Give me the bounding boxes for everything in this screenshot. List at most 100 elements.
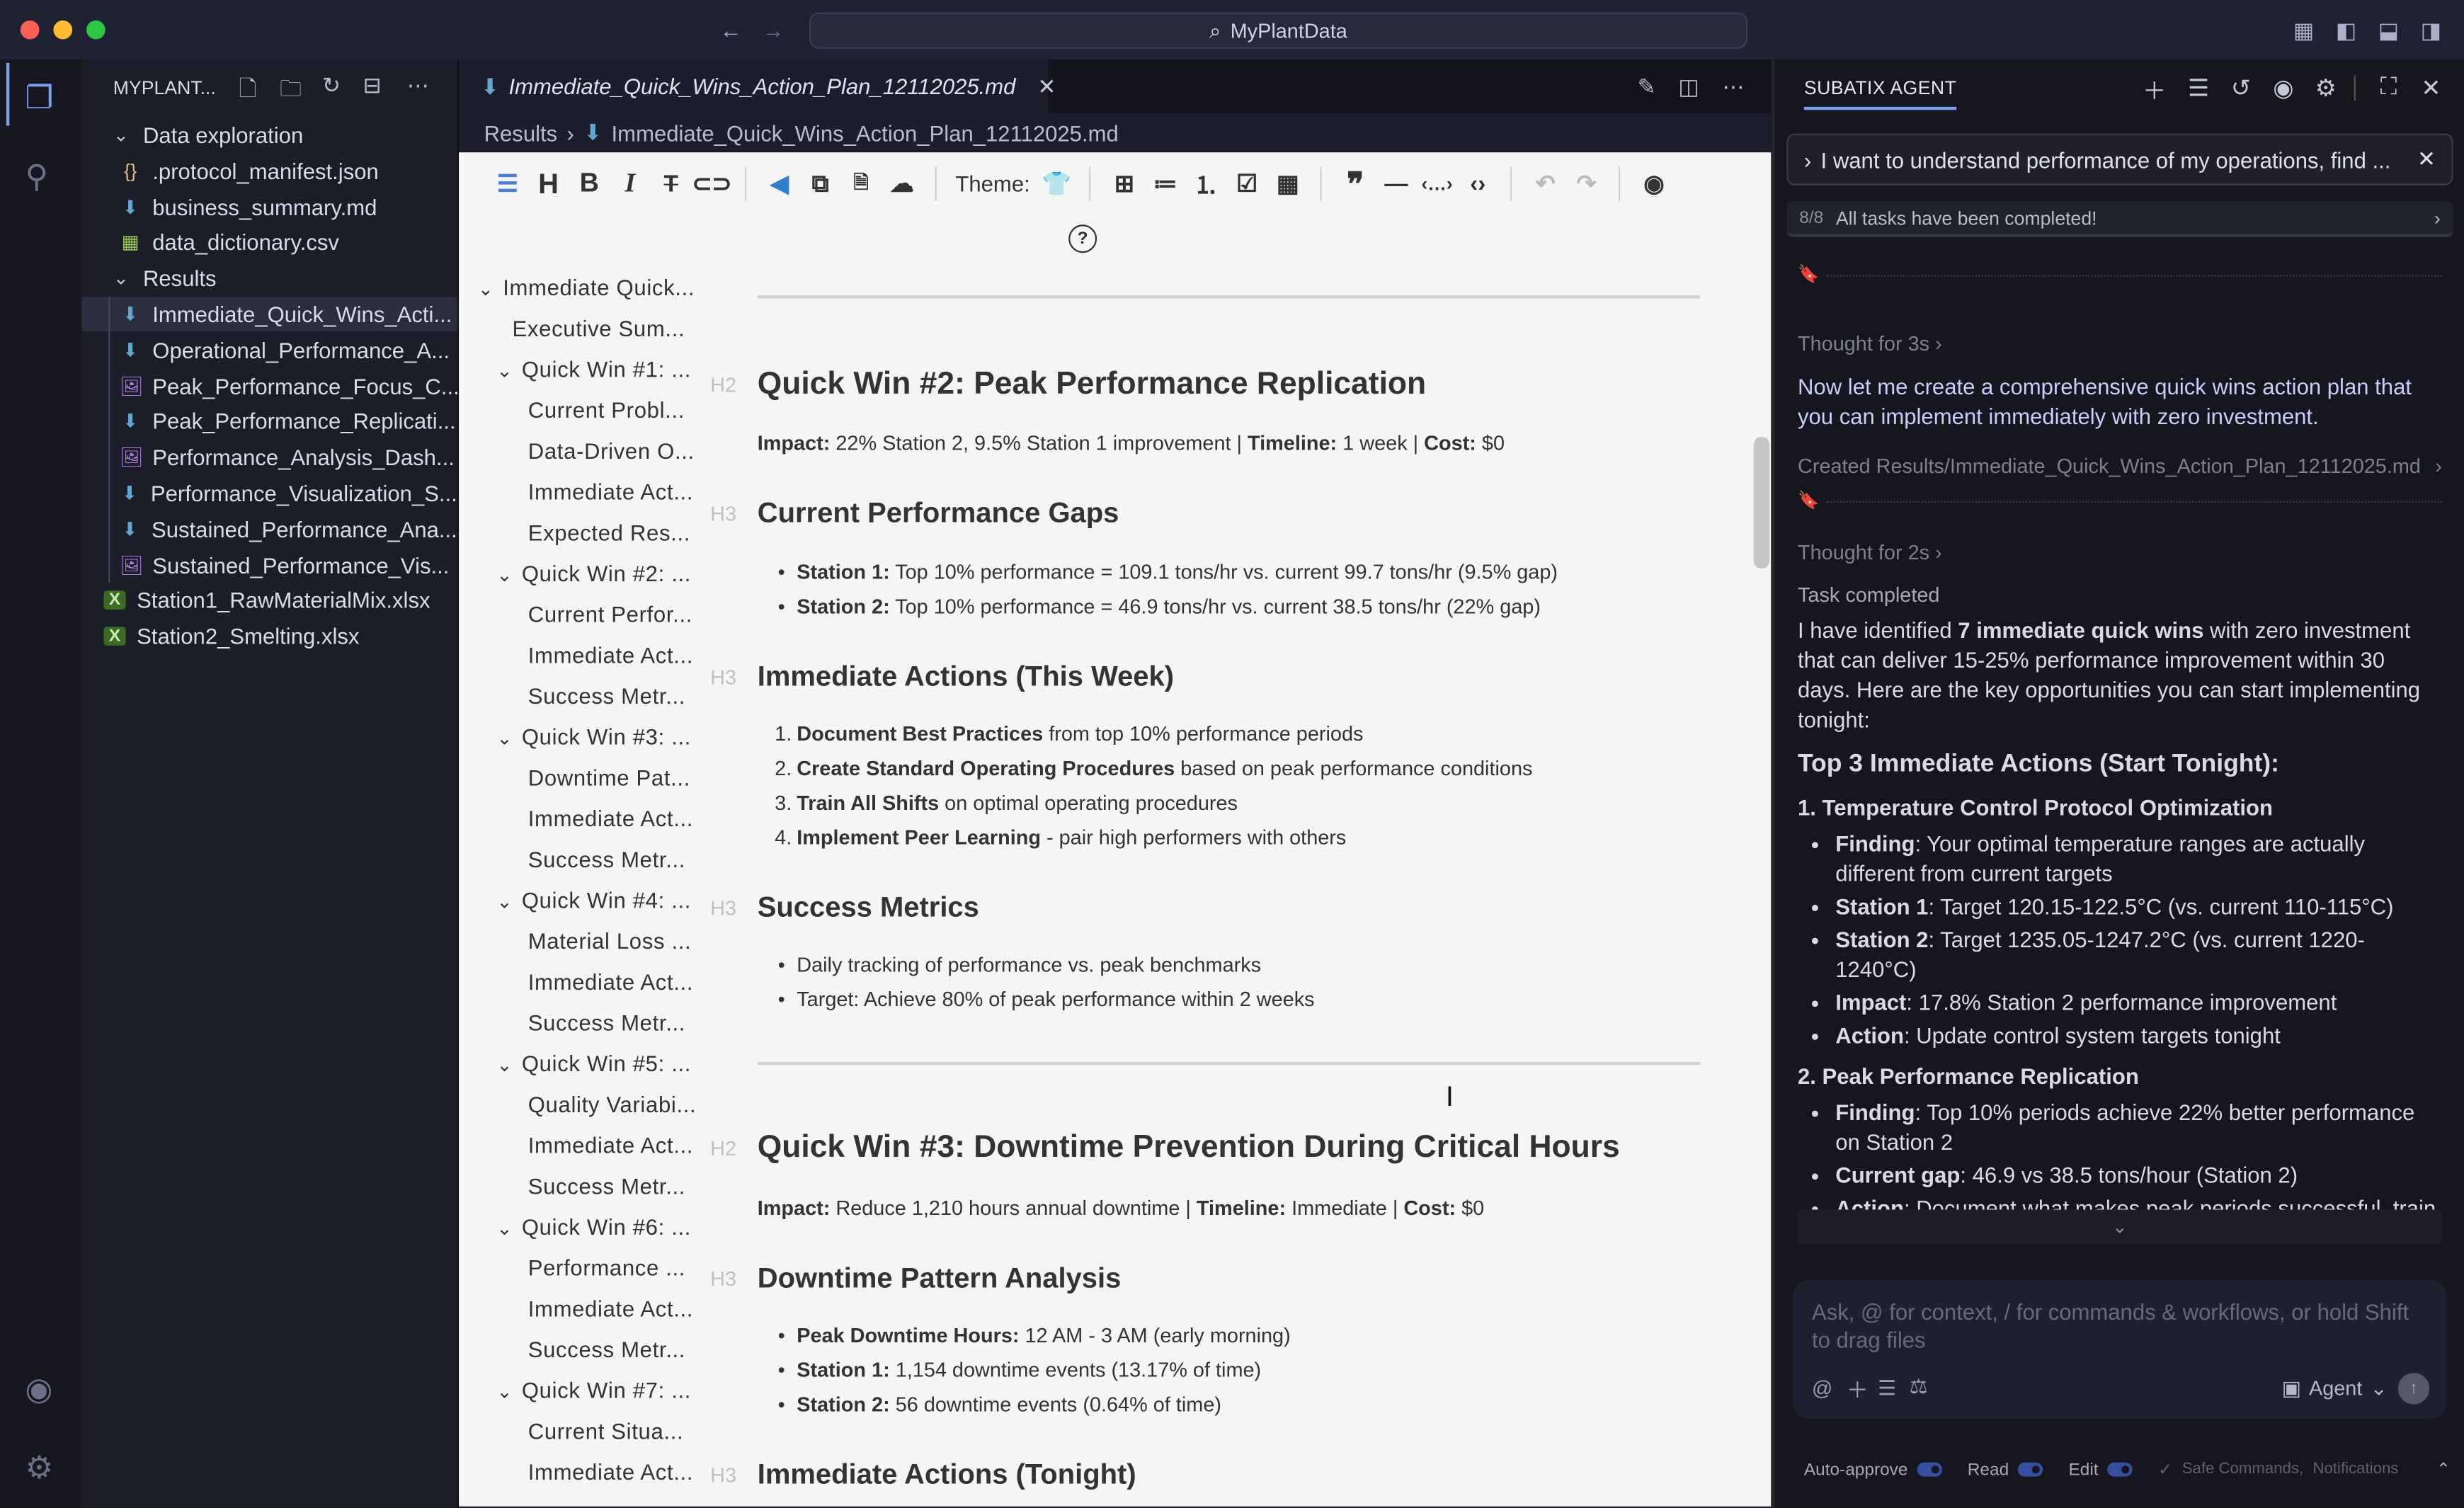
- file-label: Operational_Performance_A...: [152, 337, 450, 363]
- toggle-sidebar-icon[interactable]: ◧: [2334, 17, 2359, 42]
- file-item[interactable]: ▦ data_dictionary.csv: [81, 225, 457, 260]
- editor-more-icon[interactable]: ⋯: [1722, 74, 1744, 101]
- file-item[interactable]: {} .protocol_manifest.json: [81, 154, 457, 188]
- close-query-icon[interactable]: ✕: [2417, 146, 2436, 173]
- breadcrumb-folder[interactable]: Results: [484, 120, 558, 146]
- agent-panel-title[interactable]: SUBATIX AGENT: [1803, 77, 1957, 110]
- toggle-panel-icon[interactable]: ⬓: [2376, 17, 2402, 42]
- breadcrumb-file[interactable]: Immediate_Quick_Wins_Action_Plan_1211202…: [612, 120, 1119, 146]
- settings-gear-icon[interactable]: ⚙: [2312, 74, 2340, 103]
- thought-toggle[interactable]: Thought for 3s ›: [1798, 329, 2442, 357]
- folder-item[interactable]: ⌄ Data exploration: [81, 118, 457, 152]
- mention-at-icon[interactable]: @: [1812, 1376, 1832, 1400]
- folder-item[interactable]: ⌄ Results: [81, 261, 457, 296]
- account-icon[interactable]: ◉: [25, 1370, 53, 1409]
- bullet-item: Target: Achieve 80% of peak performance …: [778, 987, 1315, 1010]
- file-item[interactable]: ⬇ Immediate_Quick_Wins_Acti...: [81, 297, 457, 332]
- bold-text: Station 1:: [797, 1358, 890, 1382]
- mode-selector[interactable]: ▣ Agent ⌄: [2282, 1376, 2388, 1402]
- settings-gear-icon[interactable]: ⚙: [25, 1449, 54, 1487]
- toggle-secondary-sidebar-icon[interactable]: ◨: [2419, 17, 2444, 42]
- file-item[interactable]: X Station2_Smelting.xlsx: [81, 619, 457, 654]
- close-panel-icon[interactable]: ✕: [2417, 74, 2445, 103]
- markdown-file-icon: ⬇: [121, 482, 138, 505]
- text-run: from top 10% performance periods: [1043, 721, 1364, 746]
- chat-input-placeholder[interactable]: Ask, @ for context, / for commands & wor…: [1812, 1298, 2433, 1354]
- edit-toggle[interactable]: [2107, 1462, 2133, 1477]
- file-item[interactable]: ⬇ business_summary.md: [81, 190, 457, 224]
- checkpoint-row[interactable]: 🔖: [1798, 259, 2442, 290]
- search-label: MyPlantData: [1230, 18, 1347, 42]
- chevron-right-icon: ›: [2434, 206, 2441, 229]
- file-item[interactable]: X Station1_RawMaterialMix.xlsx: [81, 583, 457, 618]
- database-icon[interactable]: ☰: [2184, 74, 2213, 103]
- user-query-box[interactable]: › I want to understand performance of my…: [1786, 133, 2453, 185]
- file-label: Station1_RawMaterialMix.xlsx: [137, 588, 430, 614]
- auto-approve-label: Auto-approve: [1803, 1460, 1908, 1479]
- text-run: Reduce 1,210 hours annual downtime |: [830, 1196, 1197, 1220]
- created-file-row[interactable]: Created Results/Immediate_Quick_Wins_Act…: [1798, 451, 2442, 479]
- checkpoint-row[interactable]: 🔖: [1798, 486, 2442, 517]
- read-toggle[interactable]: [2018, 1462, 2043, 1477]
- minimize-window-button[interactable]: [53, 20, 73, 40]
- robot-icon: ▣: [2281, 1376, 2301, 1400]
- bold-text: Impact:: [757, 1196, 831, 1220]
- heading-3: Success Metrics: [758, 891, 979, 925]
- list-number: 3.: [775, 791, 792, 815]
- bold-text: Implement Peer Learning: [797, 825, 1041, 850]
- add-context-plus-icon[interactable]: ＋: [1847, 1374, 1869, 1405]
- task-count: 8/8: [1799, 207, 1824, 227]
- file-label: Performance_Analysis_Dash...: [152, 445, 455, 470]
- file-item[interactable]: 🖼 Peak_Performance_Focus_C...: [81, 369, 460, 404]
- scale-icon[interactable]: ⚖: [1910, 1374, 1928, 1400]
- section-title: 1. Temperature Control Protocol Optimiza…: [1797, 794, 2273, 821]
- split-editor-icon[interactable]: ◫: [1678, 74, 1699, 101]
- text-run: Quick Win #2: Peak Performance Replicati…: [757, 367, 1427, 401]
- text-run: : 17.8% Station 2 performance improvemen…: [1906, 989, 2337, 1015]
- divider: [2354, 75, 2356, 101]
- markdown-file-icon: ⬇: [122, 338, 139, 361]
- excel-file-icon: X: [103, 627, 126, 646]
- task-progress-bar[interactable]: 8/8 All tasks have been completed! ›: [1786, 201, 2453, 238]
- send-button[interactable]: ↑: [2397, 1373, 2430, 1405]
- file-item[interactable]: ⬇ Peak_Performance_Replicati...: [81, 404, 457, 439]
- text-run: : Document what makes peak periods succe…: [1903, 1195, 2436, 1210]
- safe-commands-label: Safe Commands,: [2181, 1461, 2304, 1478]
- file-item[interactable]: ⬇ Operational_Performance_A...: [81, 333, 457, 367]
- chevron-up-icon[interactable]: ⌃: [2436, 1459, 2451, 1480]
- close-window-button[interactable]: [20, 20, 40, 40]
- heading-2: Quick Win #2: Peak Performance Replicati…: [758, 367, 1426, 403]
- file-item[interactable]: ⬇ Performance_Visualization_S...: [81, 476, 457, 510]
- heading-level-tag: H3: [710, 665, 737, 689]
- auto-approve-toggle[interactable]: [1917, 1462, 1943, 1477]
- file-label: Peak_Performance_Replicati...: [152, 409, 456, 435]
- chat-transcript: 🔖 Thought for 3s › Now let me create a c…: [1798, 259, 2442, 1209]
- scroll-down-button[interactable]: ⌄: [1797, 1209, 2442, 1245]
- bold-text: Impact: [1835, 989, 1907, 1015]
- file-item[interactable]: 🖼 Performance_Analysis_Dash...: [81, 440, 457, 475]
- edit-pencil-icon[interactable]: ✎: [1638, 74, 1656, 101]
- search-icon[interactable]: ⚲: [25, 157, 49, 196]
- layout-grid-icon[interactable]: ▦: [2291, 17, 2317, 42]
- history-icon[interactable]: ↺: [2227, 74, 2255, 103]
- command-search-box[interactable]: ⌕ MyPlantData: [809, 12, 1747, 49]
- bullet-item: Daily tracking of performance vs. peak b…: [778, 953, 1261, 976]
- new-chat-plus-icon[interactable]: ＋: [2140, 74, 2169, 107]
- back-arrow-icon[interactable]: ←: [718, 17, 743, 42]
- text-run: Quick Win #3: Downtime Prevention During…: [757, 1130, 1620, 1165]
- account-circle-icon[interactable]: ◉: [2269, 74, 2298, 103]
- file-label: data_dictionary.csv: [152, 229, 339, 256]
- thought-toggle[interactable]: Thought for 2s ›: [1798, 537, 2442, 566]
- markdown-file-icon: ⬇: [122, 195, 139, 218]
- file-label: Sustained_Performance_Vis...: [152, 552, 450, 578]
- editor-scrollbar[interactable]: [1753, 436, 1770, 569]
- file-item[interactable]: ⬇ Sustained_Performance_Ana...: [81, 512, 457, 547]
- text-run: $0: [1476, 431, 1505, 455]
- file-item[interactable]: 🖼 Sustained_Performance_Vis...: [81, 547, 457, 582]
- tab-immediate-quick-wins[interactable]: ⬇ Immediate_Quick_Wins_Action_Plan_12112…: [459, 59, 1056, 113]
- database-icon[interactable]: ☰: [1878, 1376, 1896, 1402]
- fullscreen-icon[interactable]: ⛶: [2375, 74, 2403, 101]
- close-tab-icon[interactable]: ✕: [1038, 73, 1056, 100]
- explorer-files-icon[interactable]: ❐: [25, 79, 54, 118]
- forward-arrow-icon[interactable]: →: [760, 17, 786, 42]
